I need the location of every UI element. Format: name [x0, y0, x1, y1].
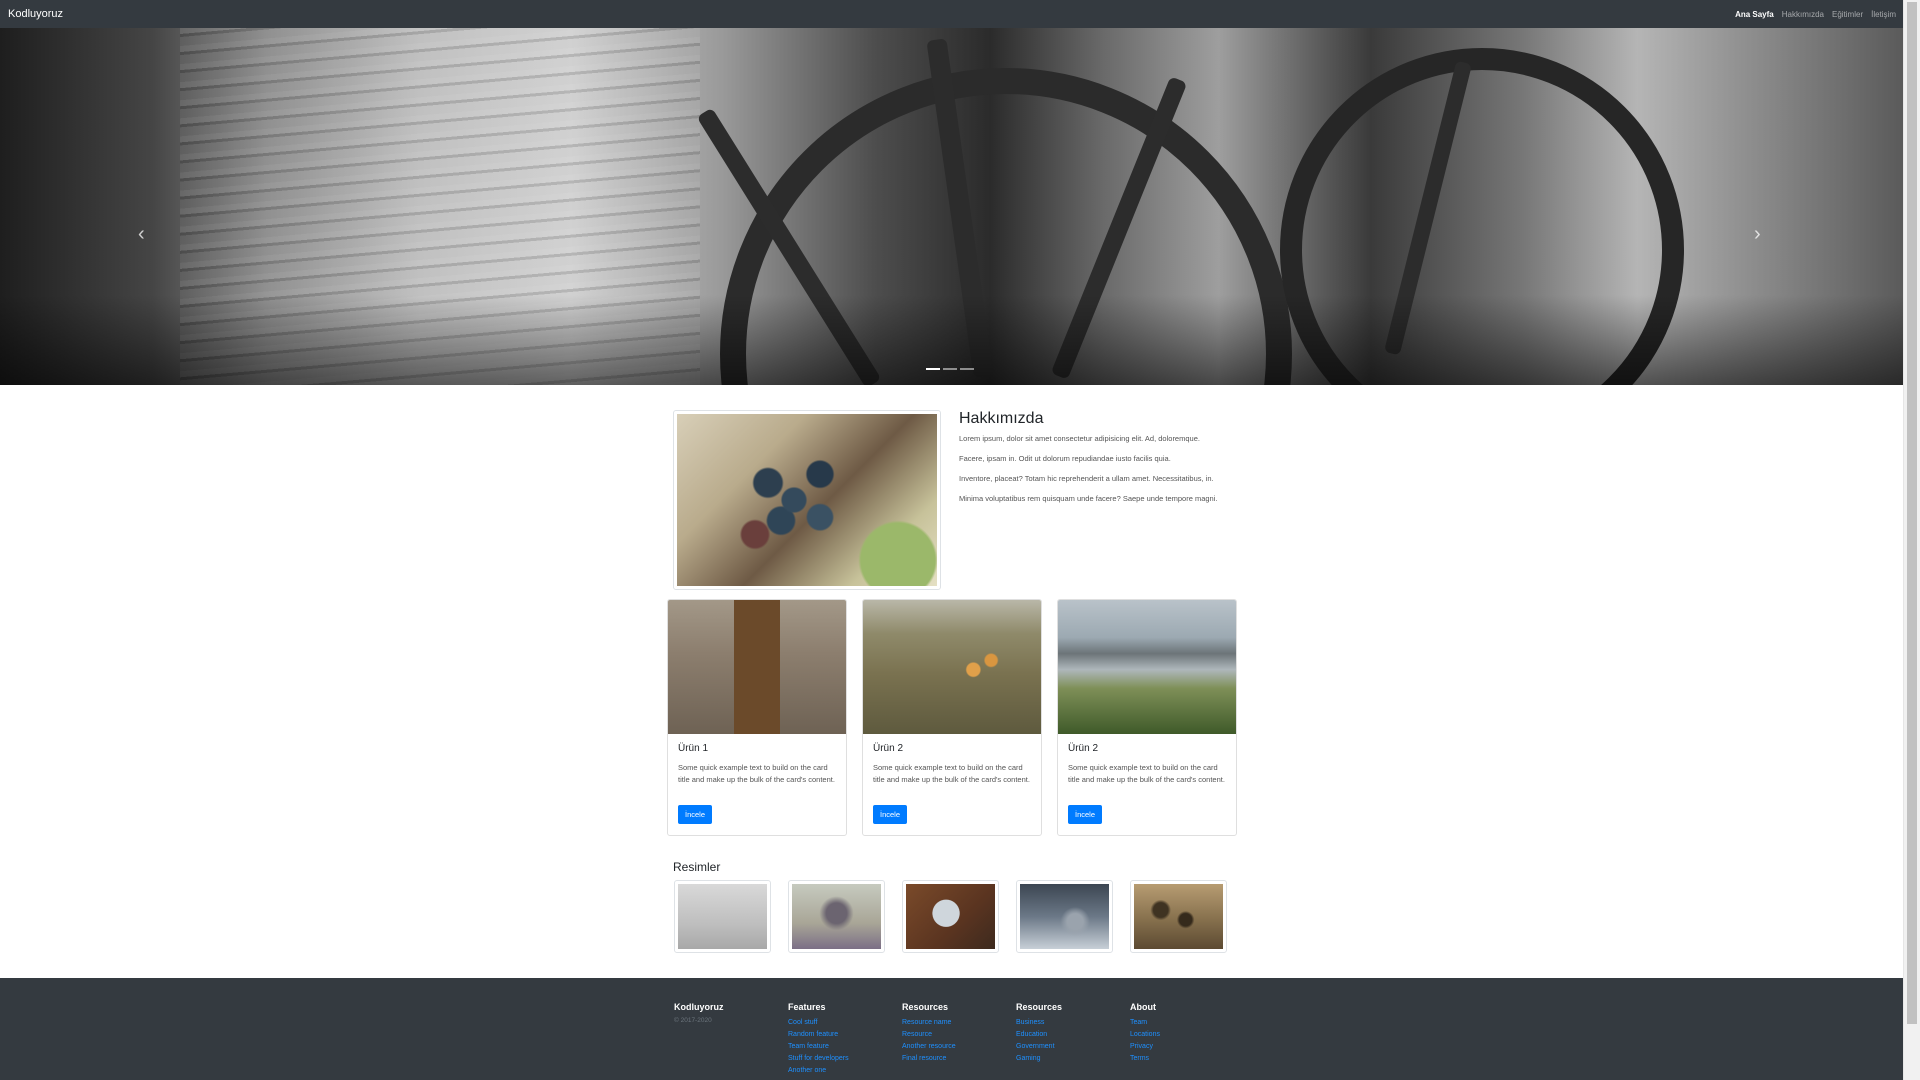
footer-column: Resources Business Education Government …	[1016, 1002, 1062, 1065]
carousel-next-icon[interactable]: ›	[1754, 223, 1761, 246]
about-paragraph: Inventore, placeat? Totam hic reprehende…	[959, 474, 1214, 483]
card-text: Some quick example text to build on the …	[873, 763, 1030, 784]
footer-link[interactable]: Team	[1130, 1017, 1160, 1029]
page-scrollbar[interactable]	[1903, 0, 1920, 1080]
footer-column-title: Resources	[1016, 1002, 1063, 1012]
scrollbar-thumb[interactable]	[1907, 2, 1917, 1024]
footer-column-title: About	[1130, 1002, 1156, 1012]
footer-link[interactable]: Locations	[1130, 1029, 1160, 1041]
card-title: Ürün 2	[1068, 743, 1099, 754]
footer-link[interactable]: Gaming	[1016, 1053, 1062, 1065]
product-card: Ürün 1 Some quick example text to build …	[667, 599, 847, 836]
carousel-indicators	[926, 368, 974, 370]
carousel-prev-icon[interactable]: ‹	[138, 223, 145, 246]
nav-link-about[interactable]: Hakkımızda	[1782, 10, 1824, 19]
footer-copyright: © 2017-2020	[674, 1017, 712, 1024]
footer-link[interactable]: Random feature	[788, 1029, 849, 1041]
card-text: Some quick example text to build on the …	[1068, 763, 1225, 784]
gallery-image	[1134, 884, 1223, 949]
about-title: Hakkımızda	[959, 410, 1044, 427]
nav-link-trainings[interactable]: Eğitimler	[1832, 10, 1863, 19]
gallery-image	[678, 884, 767, 949]
gallery-thumbnail[interactable]	[788, 880, 885, 953]
footer-link[interactable]: Another one	[788, 1065, 849, 1077]
gallery-image	[792, 884, 881, 949]
top-navbar: Kodluyoruz Ana Sayfa Hakkımızda Eğitimle…	[0, 0, 1904, 28]
footer-link[interactable]: Privacy	[1130, 1041, 1160, 1053]
nav-links: Ana Sayfa Hakkımızda Eğitimler İletişim	[1727, 10, 1896, 19]
card-title: Ürün 1	[678, 743, 709, 754]
footer-column-title: Features	[788, 1002, 826, 1012]
footer-link[interactable]: Government	[1016, 1041, 1062, 1053]
carousel-indicator[interactable]	[943, 368, 957, 370]
footer-column-title: Resources	[902, 1002, 949, 1012]
brand-link[interactable]: Kodluyoruz	[8, 8, 1727, 20]
footer-brand: Kodluyoruz	[674, 1002, 724, 1012]
footer-link[interactable]: Resource	[902, 1029, 956, 1041]
card-image	[668, 600, 846, 734]
footer-column: Features Cool stuff Random feature Team …	[788, 1002, 849, 1077]
about-paragraph: Facere, ipsam in. Odit ut dolorum repudi…	[959, 454, 1171, 463]
footer-link[interactable]: Stuff for developers	[788, 1053, 849, 1065]
gallery-image	[1020, 884, 1109, 949]
card-image	[1058, 600, 1236, 734]
gallery-thumbnail[interactable]	[1130, 880, 1227, 953]
about-image	[673, 410, 941, 590]
gallery-thumbnail[interactable]	[902, 880, 999, 953]
footer-brand-column: Kodluyoruz © 2017-2020	[674, 1002, 724, 1024]
card-text: Some quick example text to build on the …	[678, 763, 835, 784]
carousel-shade	[0, 295, 1904, 385]
footer-link[interactable]: Another resource	[902, 1041, 956, 1053]
card-inspect-button[interactable]: İncele	[873, 805, 908, 824]
gallery-thumbnail[interactable]	[674, 880, 771, 953]
footer-column: Resources Resource name Resource Another…	[902, 1002, 956, 1065]
nav-link-home[interactable]: Ana Sayfa	[1735, 10, 1774, 19]
footer-link[interactable]: Cool stuff	[788, 1017, 849, 1029]
product-card: Ürün 2 Some quick example text to build …	[862, 599, 1042, 836]
card-title: Ürün 2	[873, 743, 904, 754]
carousel-indicator[interactable]	[960, 368, 974, 370]
footer-link[interactable]: Resource name	[902, 1017, 956, 1029]
nav-link-contact[interactable]: İletişim	[1871, 10, 1896, 19]
about-paragraph: Minima voluptatibus rem quisquam unde fa…	[959, 494, 1218, 503]
hero-carousel: ‹ ›	[0, 28, 1904, 385]
grapes-photo	[677, 414, 937, 586]
footer-link[interactable]: Terms	[1130, 1053, 1160, 1065]
footer-link[interactable]: Final resource	[902, 1053, 956, 1065]
footer-link[interactable]: Team feature	[788, 1041, 849, 1053]
footer-column: About Team Locations Privacy Terms	[1130, 1002, 1160, 1065]
card-image	[863, 600, 1041, 734]
card-inspect-button[interactable]: İncele	[1068, 805, 1103, 824]
card-inspect-button[interactable]: İncele	[678, 805, 713, 824]
footer-link[interactable]: Business	[1016, 1017, 1062, 1029]
gallery-title: Resimler	[673, 860, 721, 874]
about-paragraph: Lorem ipsum, dolor sit amet consectetur …	[959, 434, 1200, 443]
product-card: Ürün 2 Some quick example text to build …	[1057, 599, 1237, 836]
carousel-indicator[interactable]	[926, 368, 940, 370]
gallery-thumbnail[interactable]	[1016, 880, 1113, 953]
footer-link[interactable]: Education	[1016, 1029, 1062, 1041]
gallery-image	[906, 884, 995, 949]
